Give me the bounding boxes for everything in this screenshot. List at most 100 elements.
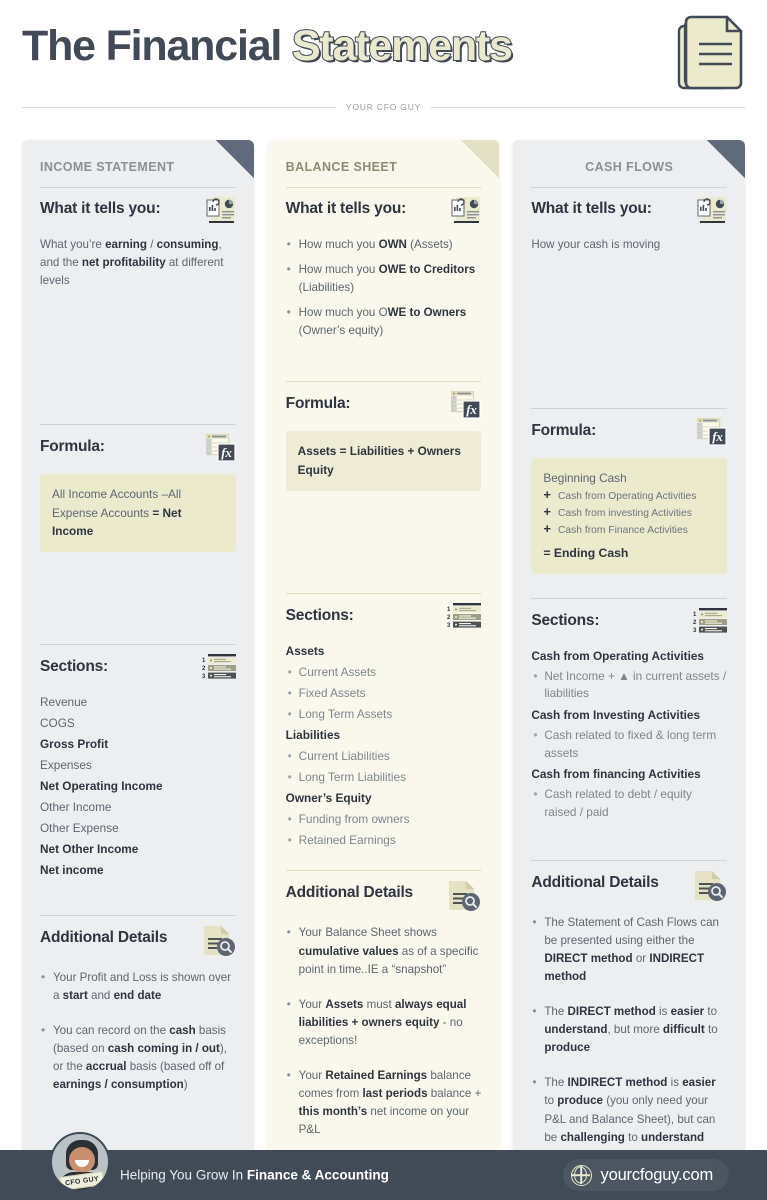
sections-heading-row: Sections: 1 2 3	[531, 607, 728, 639]
sections-heading: Sections:	[531, 611, 600, 629]
section-item: Cash related to fixed & long term assets	[531, 727, 727, 762]
formula-spreadsheet-icon: fx	[451, 391, 481, 419]
tells-heading: What it tells you:	[285, 200, 407, 217]
list-item: Your Assets must always equal liabilitie…	[286, 995, 482, 1050]
details-heading: Additional Details	[285, 884, 414, 902]
section-item: Net Operating Income	[40, 779, 163, 794]
formula-heading: Formula:	[531, 422, 597, 440]
formula-line: = Ending Cash	[543, 545, 629, 560]
details-heading: Additional Details	[531, 873, 659, 891]
page-header: The Financial Statements YOUR CFO GUY	[0, 0, 767, 120]
section-item: Long Term Liabilities	[286, 767, 482, 788]
list-item: The Statement of Cash Flows can be prese…	[531, 913, 727, 986]
section-item: Expenses	[40, 758, 92, 773]
list-item: The INDIRECT method is easier to produce…	[531, 1073, 727, 1146]
details-list: Your Profit and Loss is shown over a sta…	[40, 968, 236, 1094]
card-divider	[285, 870, 482, 872]
formula-spreadsheet-icon: fx	[697, 418, 727, 446]
svg-text:3: 3	[447, 623, 451, 629]
list-item: How much you OWE to Creditors (Liabiliti…	[286, 260, 482, 297]
svg-text:2: 2	[693, 620, 697, 626]
svg-text:3: 3	[693, 628, 697, 634]
section-item: Gross Profit	[40, 737, 109, 752]
document-search-icon	[449, 881, 481, 912]
formula-heading: Formula:	[40, 438, 105, 456]
svg-text:2: 2	[447, 615, 451, 621]
plus-icon: +	[543, 503, 551, 519]
card-income-statement: INCOME STATEMENT What it tells you: What…	[22, 140, 254, 1180]
svg-text:3: 3	[202, 674, 206, 680]
svg-text:1: 1	[693, 612, 697, 618]
corner-fold	[215, 140, 254, 178]
section-item: Cash from financing Activities	[531, 767, 701, 782]
sections-list: Revenue COGS Gross Profit Expenses Net Opera…	[40, 692, 236, 881]
section-item: Long Term Assets	[286, 704, 482, 725]
formula-heading-row: Formula: fx	[40, 434, 236, 467]
divider-line-right	[431, 106, 745, 108]
sections-heading-row: Sections: 1 2 3	[286, 602, 482, 634]
section-item: Current Liabilities	[286, 746, 482, 767]
tells-heading-row: What it tells you:	[531, 197, 727, 229]
card-title-income-statement: INCOME STATEMENT	[40, 160, 175, 174]
tagline-bold: Finance & Accounting	[246, 1167, 389, 1183]
formula-heading-row: Formula: fx	[286, 391, 482, 424]
section-item: Revenue	[40, 695, 88, 710]
section-item: Net income	[40, 862, 104, 877]
svg-text:fx: fx	[221, 445, 232, 460]
report-chart-icon	[451, 197, 481, 223]
report-chart-icon	[697, 197, 727, 223]
globe-icon	[570, 1164, 592, 1186]
avatar: CFO GUY	[50, 1132, 110, 1192]
document-search-icon	[695, 870, 727, 901]
formula-box: Assets = Liabilities + Owners Equity	[285, 431, 482, 491]
numbered-list-icon: 1 2 3	[447, 602, 482, 629]
documents-icon	[677, 15, 743, 90]
svg-text:1: 1	[202, 658, 206, 664]
formula-line: + Cash from Operating Activities	[543, 486, 697, 502]
formula-line: + Cash from Finance Activities	[543, 521, 688, 537]
section-item: Other Income	[40, 800, 112, 815]
list-item: How much you OWE to Owners (Owner’s equi…	[286, 303, 482, 340]
card-cash-flows: CASH FLOWS What it tells you: How your c…	[513, 140, 746, 1180]
card-divider	[40, 187, 236, 188]
title-dark: The Financial	[22, 22, 292, 70]
list-item: Your Balance Sheet shows cumulative valu…	[286, 923, 482, 978]
formula-line: Beginning Cash	[543, 471, 627, 486]
sections-list: AssetsCurrent AssetsFixed AssetsLong Ter…	[286, 641, 482, 851]
numbered-list-icon: 1 2 3	[202, 654, 236, 680]
plus-icon: +	[543, 486, 551, 502]
section-item: Current Assets	[286, 662, 482, 683]
website-pill[interactable]: yourcfoguy.com	[562, 1159, 729, 1191]
formula-spreadsheet-icon: fx	[205, 434, 236, 462]
page-footer: Helping You Grow In Finance & Accounting…	[0, 1150, 767, 1200]
section-item: Net Income + ▲ in current assets / liabi…	[531, 668, 727, 703]
section-item: Cash from Operating Activities	[531, 648, 704, 663]
card-divider	[40, 914, 236, 916]
tells-paragraph: What you’re earning / consuming, and the…	[40, 238, 224, 288]
card-divider	[531, 859, 728, 861]
details-heading-row: Additional Details	[531, 870, 727, 907]
section-item: Fixed Assets	[286, 683, 482, 704]
section-item: Assets	[285, 643, 325, 658]
card-divider	[40, 424, 236, 426]
details-heading-row: Additional Details	[40, 925, 236, 962]
tells-heading-row: What it tells you:	[40, 197, 236, 229]
svg-text:2: 2	[202, 666, 206, 672]
page-title: The Financial Statements	[22, 21, 514, 71]
list-item: The DIRECT method is easier to understan…	[531, 1002, 727, 1057]
section-item: Other Expense	[40, 821, 119, 836]
formula-text: All Income Accounts –All Expense Account…	[52, 487, 182, 539]
footer-tagline: Helping You Grow In Finance & Accounting	[120, 1168, 389, 1183]
sections-heading-row: Sections: 1 2 3	[40, 654, 236, 685]
title-highlight: Statements	[291, 21, 514, 71]
card-divider	[531, 408, 728, 410]
sections-heading: Sections:	[40, 658, 108, 676]
card-balance-sheet: BALANCE SHEET What it tells you: How muc…	[267, 140, 500, 1180]
card-divider	[285, 381, 482, 383]
